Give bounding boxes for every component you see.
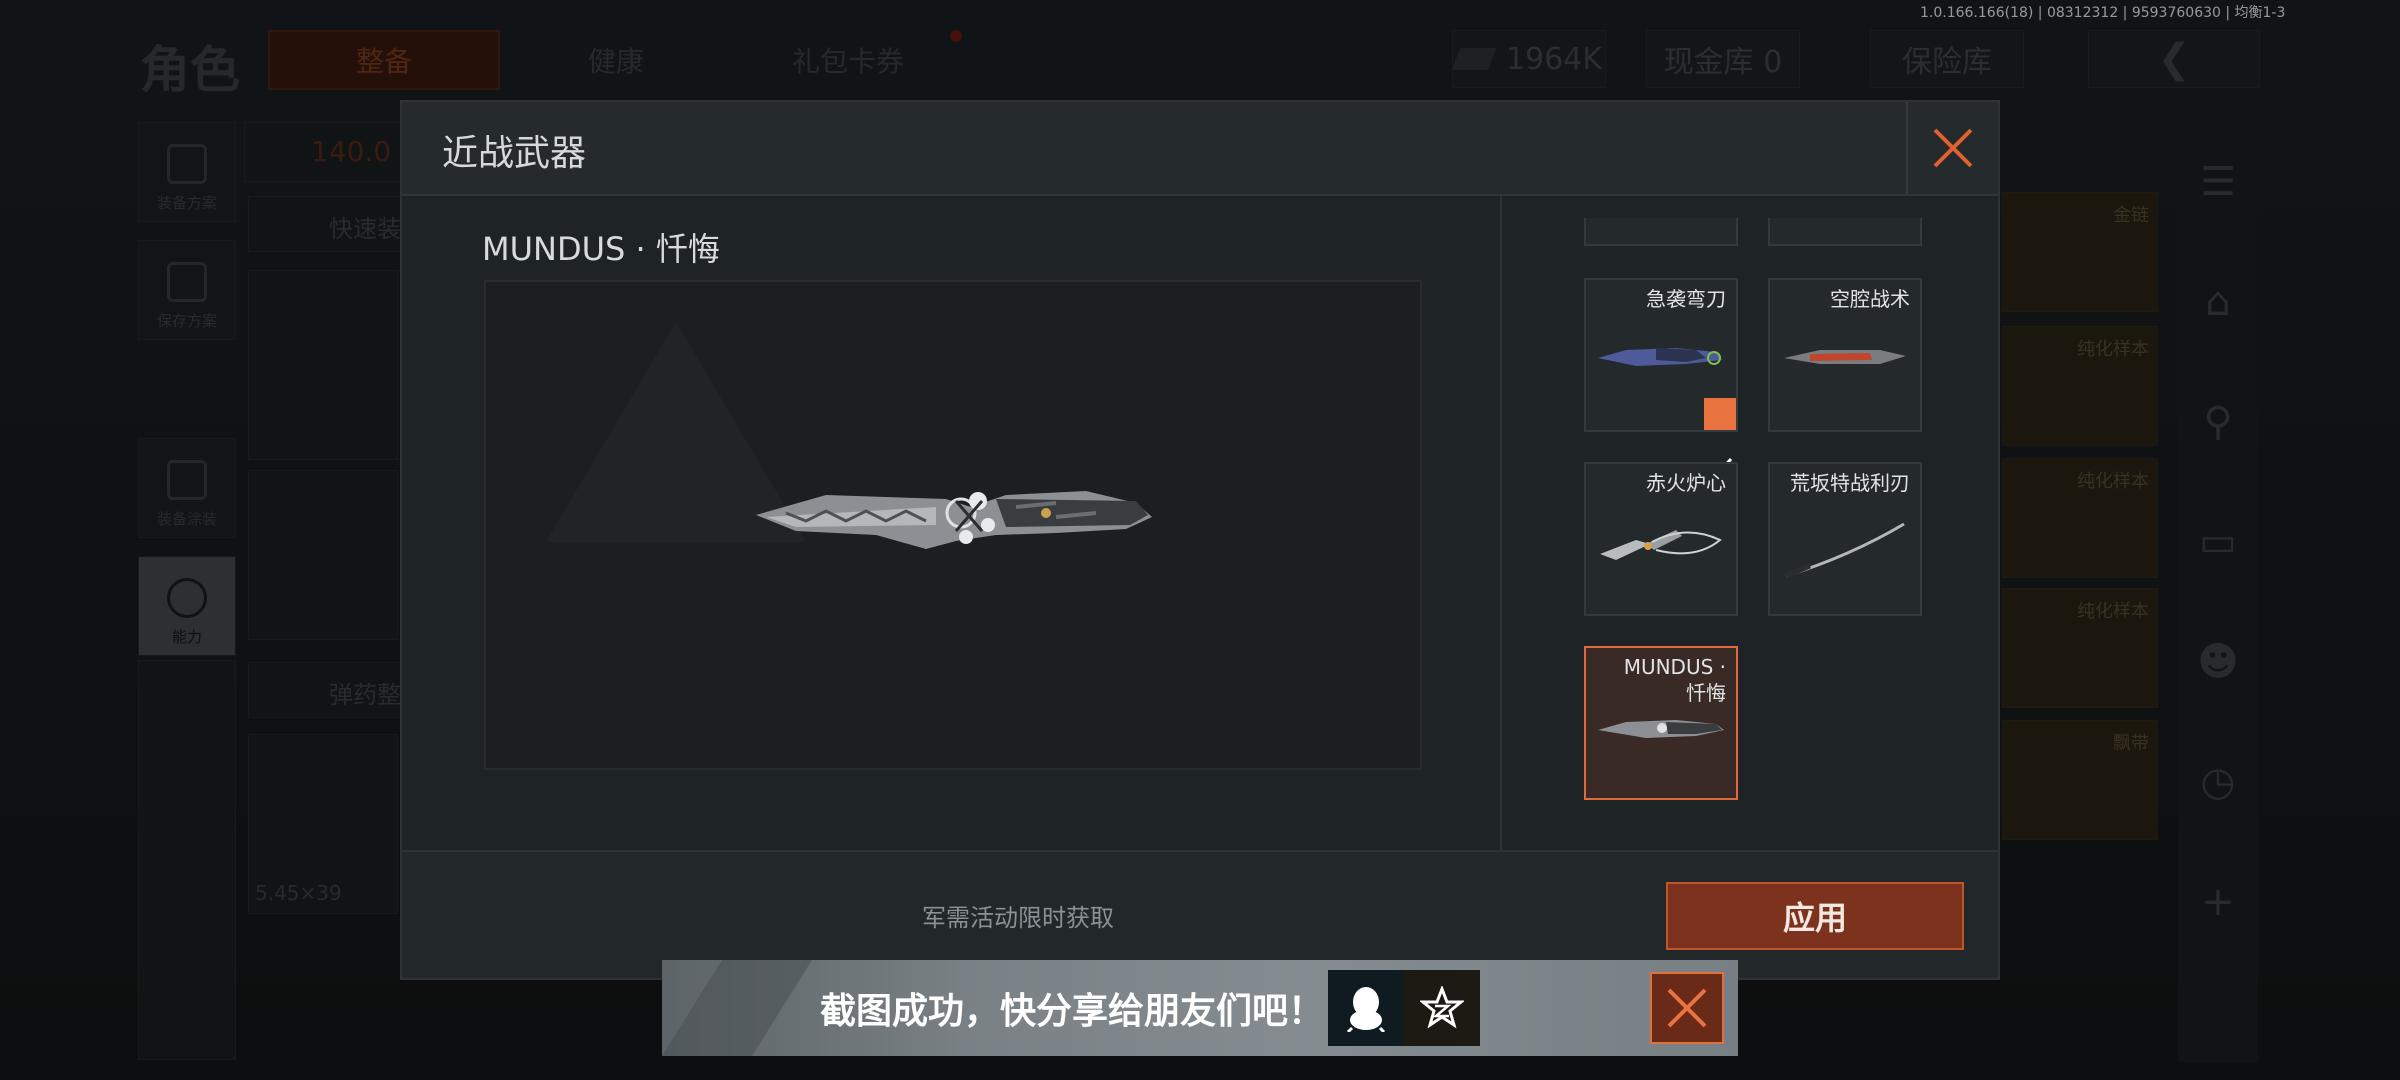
- weapon-name: MUNDUS · 忏悔: [482, 230, 720, 268]
- melee-item-ambush-blade[interactable]: 急袭弯刀: [1584, 278, 1738, 472]
- knife-thumb-icon: [1784, 350, 1906, 364]
- knife-thumb-icon: [1598, 720, 1724, 738]
- melee-item-mundus-repentance[interactable]: MUNDUS · 忏悔: [1584, 646, 1738, 800]
- item-label-line2: 忏悔: [1686, 681, 1726, 705]
- melee-weapon-modal: 近战武器 MUNDUS · 忏悔 急袭弯刀 空腔战术 赤火炉心 荒坂特战利刃 M…: [400, 100, 2000, 980]
- grid-item-partial[interactable]: [1768, 218, 1922, 246]
- qq-penguin-icon: [1346, 987, 1386, 1032]
- close-icon: [1933, 128, 1973, 168]
- katana-thumb-icon: [1785, 522, 1905, 579]
- toast-pattern: [662, 960, 812, 1056]
- melee-item-arasaka-blade[interactable]: 荒坂特战利刃: [1768, 462, 1922, 616]
- panel-divider: [1500, 196, 1502, 850]
- knife-thumb-icon: [1598, 348, 1722, 366]
- item-label: 空腔战术: [1830, 287, 1910, 311]
- close-icon: [1667, 988, 1707, 1028]
- item-label: 急袭弯刀: [1646, 287, 1726, 311]
- item-label-line1: MUNDUS ·: [1623, 655, 1726, 679]
- melee-item-red-fire-core[interactable]: 赤火炉心: [1584, 462, 1738, 616]
- modal-close-button[interactable]: [1906, 102, 1998, 194]
- modal-header: 近战武器: [402, 102, 1998, 196]
- modal-title: 近战武器: [442, 133, 587, 174]
- screenshot-share-toast: 截图成功，快分享给朋友们吧！: [662, 960, 1738, 1056]
- item-label: 赤火炉心: [1646, 471, 1726, 495]
- knife-thumb-icon: [1600, 530, 1722, 560]
- apply-button[interactable]: 应用: [1666, 882, 1964, 950]
- item-label: MUNDUS · 忏悔: [1624, 654, 1726, 706]
- knife-image: [756, 491, 1152, 549]
- melee-item-cavity-tactical[interactable]: 空腔战术: [1768, 278, 1922, 432]
- item-label: 荒坂特战利刃: [1790, 471, 1910, 495]
- share-qq-button[interactable]: [1328, 970, 1404, 1046]
- toast-message: 截图成功，快分享给朋友们吧！: [820, 991, 1325, 1032]
- grid-item-partial[interactable]: [1584, 218, 1738, 246]
- qzone-star-icon: [1420, 986, 1464, 1029]
- toast-close-button[interactable]: [1650, 972, 1724, 1044]
- share-qzone-button[interactable]: [1404, 970, 1480, 1046]
- weapon-preview[interactable]: [484, 280, 1422, 770]
- equipped-check: [1704, 398, 1736, 472]
- acquire-hint: 军需活动限时获取: [922, 904, 1114, 932]
